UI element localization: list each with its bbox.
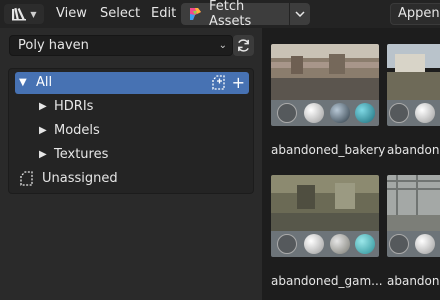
preview-sphere <box>330 103 350 123</box>
preview-sphere <box>304 103 324 123</box>
hdri-globe-icon <box>277 103 297 123</box>
hdri-globe-icon <box>389 103 409 123</box>
asset-thumbnail[interactable] <box>387 175 440 257</box>
refresh-icon <box>238 39 249 52</box>
new-catalog-icon[interactable] <box>210 75 226 91</box>
expand-right-icon: ▶ <box>39 101 47 112</box>
preview-sphere <box>355 103 375 123</box>
preview-sphere <box>355 234 375 254</box>
preview-sphere <box>415 234 435 254</box>
chevron-down-icon <box>295 11 305 17</box>
header-bar: ▼ View Select Edit Fetch Assets Append <box>0 0 440 29</box>
preview-sphere <box>304 234 324 254</box>
fetch-options-dropdown[interactable] <box>290 3 310 25</box>
catalog-item-label: Unassigned <box>42 171 118 186</box>
menu-select[interactable]: Select <box>96 5 144 23</box>
expand-down-icon: ▼ <box>19 77 27 88</box>
asset-grid: abandoned_bakery abandone abandoned_gam.… <box>262 28 440 300</box>
catalog-item-label: All <box>36 75 53 90</box>
asset-thumbnail[interactable] <box>271 44 379 126</box>
polyhaven-logo-icon <box>190 8 201 20</box>
expand-right-icon: ▶ <box>39 149 47 160</box>
asset-thumbnail[interactable] <box>387 44 440 126</box>
catalog-item-all[interactable]: ▼ All + <box>15 72 249 94</box>
asset-name: abandone <box>387 274 440 288</box>
menu-edit[interactable]: Edit <box>147 5 180 23</box>
hdri-globe-icon <box>277 234 297 254</box>
asset-thumbnail[interactable] <box>271 175 379 257</box>
sidebar-panel: Poly haven ⌄ ▼ All + ▶ HDRIs ▶ Models ▶ … <box>0 28 262 300</box>
asset-name: abandoned_gam... <box>271 274 383 288</box>
asset-name: abandone <box>387 143 440 157</box>
preview-sphere <box>415 103 435 123</box>
catalog-item-models[interactable]: ▶ Models <box>15 120 249 142</box>
catalog-item-label: Models <box>54 123 100 138</box>
chevron-down-icon: ⌄ <box>218 40 227 51</box>
catalog-item-unassigned[interactable]: Unassigned <box>15 168 249 190</box>
catalog-tree: ▼ All + ▶ HDRIs ▶ Models ▶ Textures Unas… <box>8 68 254 194</box>
chevron-down-icon: ▼ <box>30 9 37 19</box>
add-icon[interactable]: + <box>232 75 245 91</box>
hdri-globe-icon <box>389 234 409 254</box>
library-name: Poly haven <box>18 38 89 53</box>
asset-name: abandoned_bakery <box>271 143 386 157</box>
unassigned-catalog-icon <box>20 171 33 186</box>
preview-sphere <box>330 234 350 254</box>
refresh-library-button[interactable] <box>233 35 254 56</box>
library-dropdown[interactable]: Poly haven ⌄ <box>9 35 233 56</box>
menu-view[interactable]: View <box>52 5 91 23</box>
catalog-item-textures[interactable]: ▶ Textures <box>15 144 249 166</box>
append-mode-button[interactable]: Append <box>390 3 440 25</box>
catalog-item-hdris[interactable]: ▶ HDRIs <box>15 96 249 118</box>
fetch-assets-label: Fetch Assets <box>209 0 252 29</box>
catalog-item-label: Textures <box>54 147 109 162</box>
editor-type-selector[interactable]: ▼ <box>4 4 44 24</box>
expand-right-icon: ▶ <box>39 125 47 136</box>
catalog-item-label: HDRIs <box>54 99 94 114</box>
fetch-assets-button[interactable]: Fetch Assets <box>181 0 289 29</box>
asset-browser-icon <box>12 7 27 21</box>
